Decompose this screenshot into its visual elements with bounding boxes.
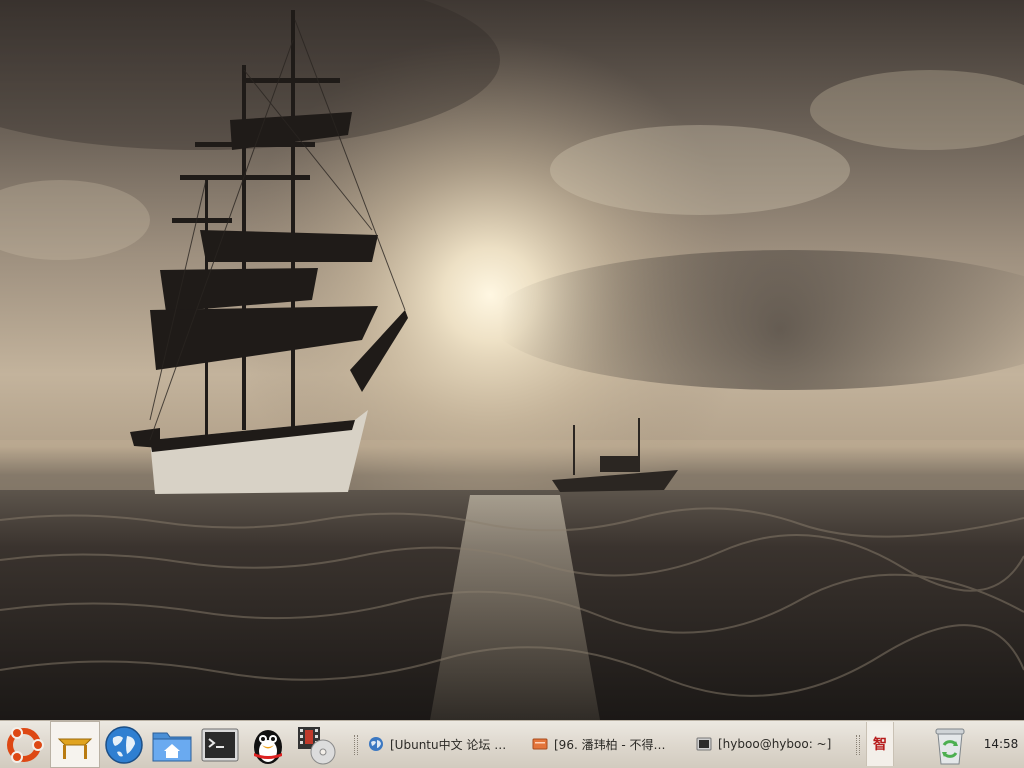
panel-drag-handle[interactable] [856, 735, 860, 755]
task-label: [hyboo@hyboo: ~] [718, 737, 832, 751]
qq-launcher[interactable] [244, 721, 292, 768]
home-folder-launcher[interactable] [148, 721, 196, 768]
wallpaper-image [0, 0, 1024, 720]
task-button-media-player[interactable]: [96. 潘玮柏 - 不得… [526, 728, 688, 760]
task-button-terminal[interactable]: [hyboo@hyboo: ~] [690, 728, 852, 760]
media-player-icon [532, 738, 548, 750]
web-browser-launcher[interactable] [100, 721, 148, 768]
ubuntu-menu-button[interactable] [0, 721, 48, 768]
show-desktop-button[interactable] [50, 721, 100, 768]
trash-icon [935, 728, 965, 764]
firefox-globe-icon [369, 737, 383, 751]
task-label: [96. 潘玮柏 - 不得… [554, 737, 666, 752]
home-folder-icon [152, 732, 192, 761]
task-button-firefox[interactable]: [Ubuntu中文 论坛 … [362, 728, 524, 760]
ubuntu-menu-icon [7, 726, 44, 763]
terminal-launcher[interactable] [196, 721, 244, 768]
input-method-indicator[interactable]: 智 [866, 722, 894, 766]
terminal-window-icon [696, 737, 712, 751]
qq-penguin-icon [254, 729, 282, 764]
task-label: [Ubuntu中文 论坛 … [390, 737, 507, 752]
media-film-disc-icon [298, 726, 336, 764]
media-launcher[interactable] [292, 721, 340, 768]
panel-drag-handle[interactable] [354, 735, 358, 755]
desktop-table-icon [57, 738, 93, 759]
trash-button[interactable] [926, 721, 974, 768]
desktop-wallpaper[interactable] [0, 0, 1024, 720]
panel-clock[interactable]: 14:58 [980, 730, 1022, 758]
terminal-icon [201, 728, 239, 761]
globe-browser-icon [105, 725, 143, 764]
